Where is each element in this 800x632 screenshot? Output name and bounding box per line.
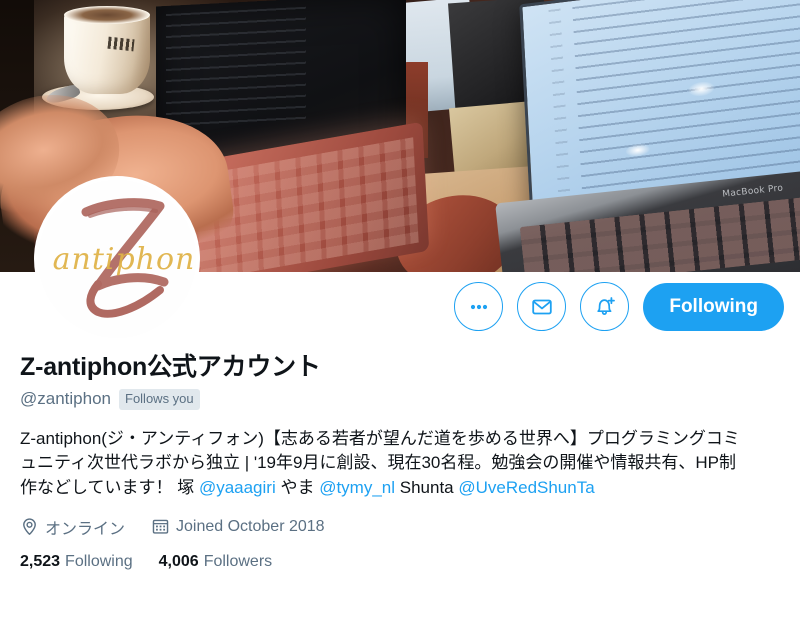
avatar-image: antiphon <box>38 180 196 338</box>
bio-mention-uveredshunta[interactable]: @UveRedShunTa <box>458 478 594 497</box>
following-count: 2,523 <box>20 552 61 570</box>
banner-cup-logo <box>107 36 135 52</box>
banner-coffee-cup <box>64 12 150 94</box>
calendar-icon <box>152 519 169 534</box>
banner-macbook-label: MacBook Pro <box>721 183 784 200</box>
envelope-icon <box>532 299 552 314</box>
follows-you-badge: Follows you <box>119 389 200 410</box>
twitter-profile-page: MacBook Pro antiphon Following Z-antipho… <box>0 0 800 632</box>
message-button[interactable] <box>517 282 567 331</box>
bell-plus-icon <box>597 296 615 315</box>
joined-item: Joined October 2018 <box>151 517 325 536</box>
bio-text-3: Shunta <box>395 477 459 497</box>
profile-actions: Following <box>454 282 784 331</box>
bio-text-2: やま <box>275 477 320 497</box>
avatar[interactable]: antiphon <box>34 176 200 342</box>
banner-monitor-code <box>166 6 306 135</box>
location-text: オンライン <box>45 520 126 538</box>
profile-info: Z-antiphon公式アカウント @zantiphon Follows you… <box>20 352 780 571</box>
profile-stats: 2,523 Following 4,006 Followers <box>20 553 780 571</box>
location-item: オンライン <box>20 515 125 539</box>
location-pin-icon <box>23 518 36 536</box>
banner-code-lines <box>572 0 800 194</box>
bio-mention-tymy-nl[interactable]: @tymy_nl <box>319 478 395 497</box>
followers-count: 4,006 <box>158 552 199 570</box>
bio-mention-yaaagiri[interactable]: @yaaagiri <box>199 478 276 497</box>
handle-row: @zantiphon Follows you <box>20 389 780 410</box>
banner-macbook-keys <box>519 195 800 272</box>
avatar-wordmark: antiphon <box>52 242 196 277</box>
handle: @zantiphon <box>20 389 111 409</box>
banner-cup-rim <box>64 6 150 24</box>
display-name: Z-antiphon公式アカウント <box>20 353 321 381</box>
joined-text: Joined October 2018 <box>176 517 325 535</box>
three-dots-icon <box>470 304 487 309</box>
profile-bio: Z-antiphon(ジ・アンティフォン)【志ある若者が望んだ道を歩める世界へ】… <box>20 427 750 501</box>
followers-label: Followers <box>203 552 273 570</box>
notifications-button[interactable] <box>580 282 630 331</box>
following-stat[interactable]: 2,523 Following <box>20 553 133 571</box>
following-button[interactable]: Following <box>643 282 784 331</box>
more-options-button[interactable] <box>454 282 504 331</box>
followers-stat[interactable]: 4,006 Followers <box>159 553 273 571</box>
profile-meta: オンライン Joined October 2018 <box>20 515 780 539</box>
following-label: Following <box>65 552 133 570</box>
banner-code-gutter <box>548 8 571 197</box>
